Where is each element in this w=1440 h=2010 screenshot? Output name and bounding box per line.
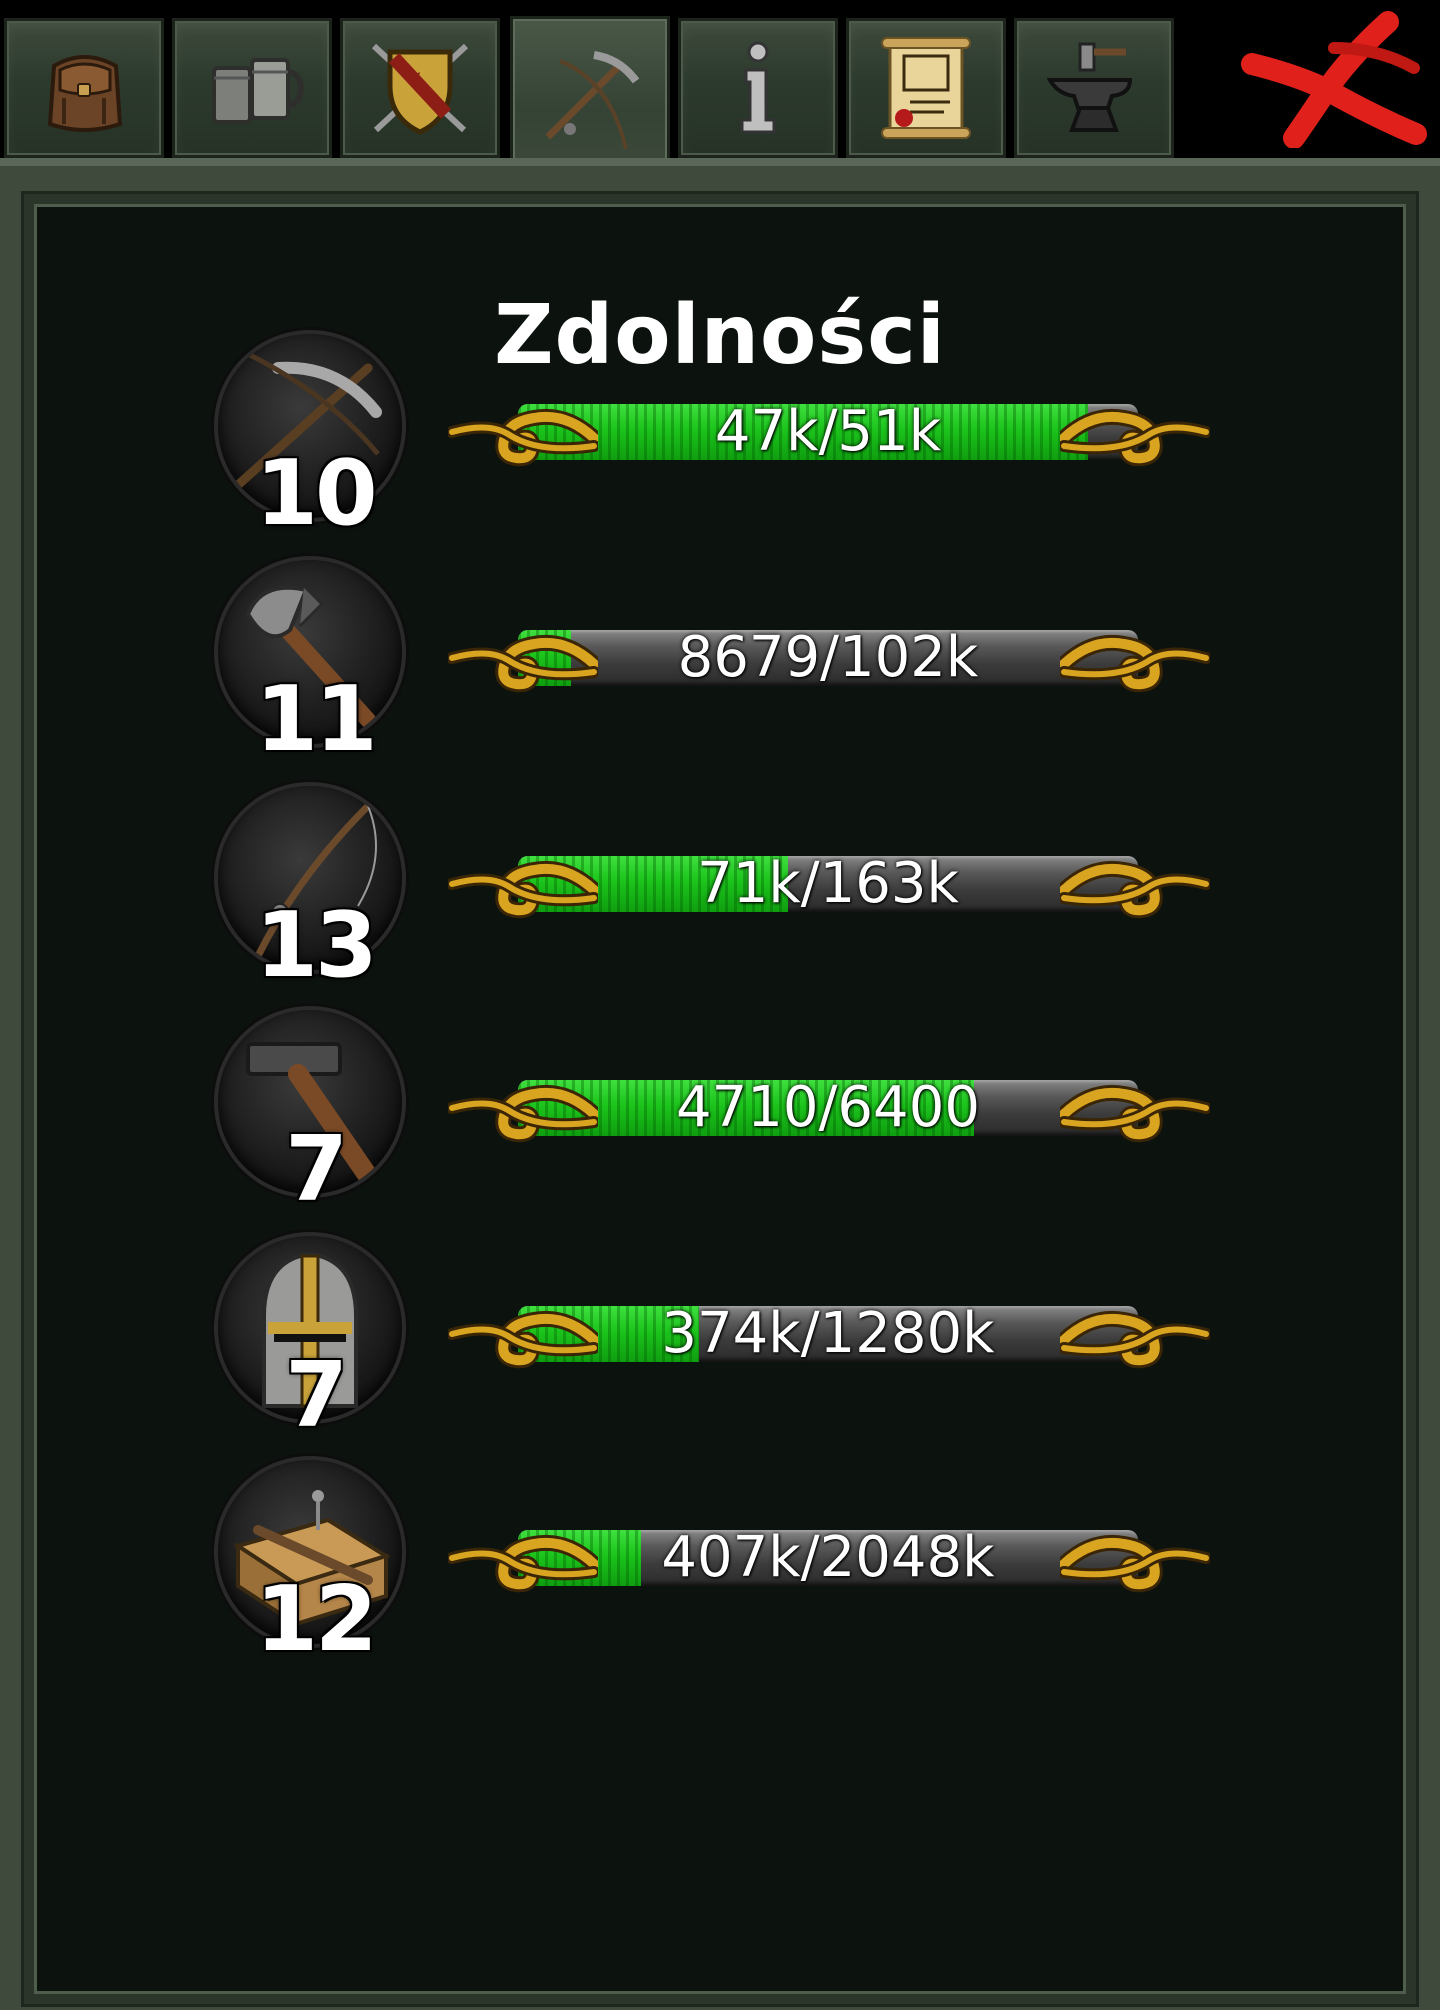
skill-progress-bar: 47k/51k	[446, 382, 1212, 482]
skill-row-smithing[interactable]: 7 4710/6400	[0, 1010, 1440, 1220]
backpack-icon	[47, 55, 123, 132]
skills-screen: Zdolności 10 47k/51k 11 8679/102k 13 71k…	[0, 0, 1440, 2010]
tab-info[interactable]	[678, 18, 838, 158]
skill-progress-bar: 8679/102k	[446, 608, 1212, 708]
skill-row-crafting[interactable]: 12 407k/2048k	[0, 1460, 1440, 1670]
scroll-map-icon	[881, 37, 971, 139]
tab-bar	[0, 0, 1440, 186]
progress-text: 407k/2048k	[661, 1525, 995, 1590]
progress-text: 47k/51k	[714, 399, 942, 464]
progress-text: 8679/102k	[677, 625, 979, 690]
tab-tavern[interactable]	[172, 18, 332, 158]
tools-icon	[545, 51, 640, 150]
skill-progress-bar: 71k/163k	[446, 834, 1212, 934]
skill-row-woodcutting[interactable]: 11 8679/102k	[0, 560, 1440, 770]
close-x-icon	[1241, 11, 1427, 148]
skill-level: 13	[255, 893, 377, 998]
skill-row-armor[interactable]: 7 374k/1280k	[0, 1236, 1440, 1446]
skill-level: 7	[285, 1117, 348, 1222]
skill-row-mining[interactable]: 10 47k/51k	[0, 334, 1440, 544]
tab-inventory[interactable]	[4, 18, 164, 158]
skill-progress-bar: 374k/1280k	[446, 1284, 1212, 1384]
skill-progress-bar: 4710/6400	[446, 1058, 1212, 1158]
skill-row-fishing[interactable]: 13 71k/163k	[0, 786, 1440, 996]
skill-level: 11	[255, 667, 377, 772]
tab-quests[interactable]	[846, 18, 1006, 158]
skill-level: 7	[285, 1343, 348, 1448]
progress-text: 71k/163k	[697, 851, 959, 916]
tankards-icon	[212, 58, 304, 124]
info-icon	[740, 41, 776, 134]
crest-shield-icon	[371, 43, 469, 135]
progress-text: 4710/6400	[676, 1075, 980, 1140]
tab-guild[interactable]	[340, 18, 500, 158]
tab-crafting[interactable]	[1014, 18, 1174, 158]
skill-level: 10	[255, 441, 377, 546]
skill-level: 12	[255, 1567, 377, 1672]
skill-progress-bar: 407k/2048k	[446, 1508, 1212, 1608]
progress-text: 374k/1280k	[661, 1301, 995, 1366]
anvil-icon	[1046, 42, 1133, 132]
close-button[interactable]	[1238, 8, 1428, 148]
